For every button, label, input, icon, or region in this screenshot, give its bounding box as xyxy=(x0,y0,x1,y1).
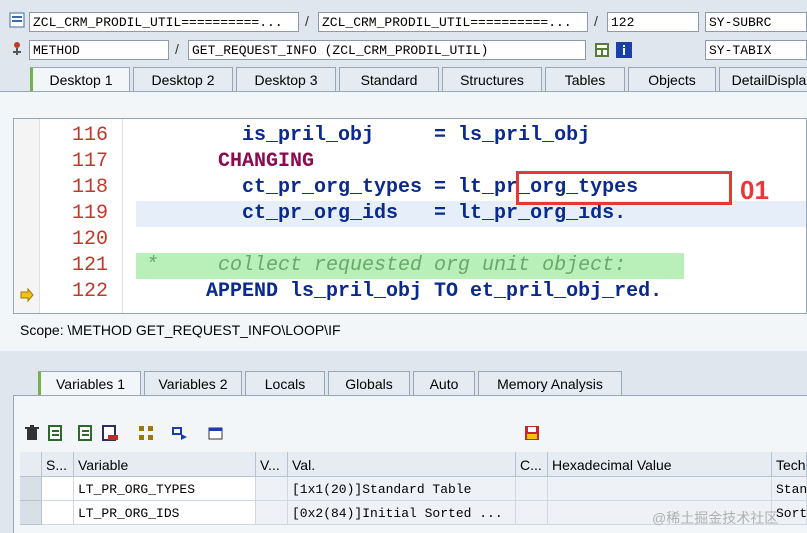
col-header-c[interactable]: C... xyxy=(516,452,548,477)
status-cell xyxy=(42,477,74,501)
program-icon xyxy=(9,12,25,28)
v-cell xyxy=(256,501,288,525)
program-field[interactable]: ZCL_CRM_PRODIL_UTIL==========... xyxy=(29,12,299,32)
line-number-field[interactable]: 122 xyxy=(607,12,699,32)
col-header-hex[interactable]: Hexadecimal Value xyxy=(548,452,772,477)
transfer-icon[interactable] xyxy=(172,425,188,441)
code-comment-line: * collect requested org unit object: xyxy=(146,254,627,277)
tab-tables[interactable]: Tables xyxy=(545,67,625,91)
tab-objects[interactable]: Objects xyxy=(628,67,716,91)
event-type-field[interactable]: METHOD xyxy=(29,40,169,60)
event-name-field[interactable]: GET_REQUEST_INFO (ZCL_CRM_PRODIL_UTIL) xyxy=(188,40,586,60)
annotation-box xyxy=(516,171,732,205)
variable-cell[interactable]: LT_PR_ORG_IDS xyxy=(74,501,256,525)
separator: / xyxy=(175,41,179,57)
code-line: APPEND ls_pril_obj TO et_pril_obj_red. xyxy=(146,280,663,303)
line-separator xyxy=(122,119,123,313)
tech-cell: Stand xyxy=(772,477,807,501)
value-cell[interactable]: [0x2(84)]Initial Sorted ... xyxy=(288,501,516,525)
line-number: … xyxy=(52,305,108,313)
tab-structures[interactable]: Structures xyxy=(442,67,542,91)
window-icon[interactable] xyxy=(208,425,224,441)
scope-text: Scope: \METHOD GET_REQUEST_INFO\LOOP\IF xyxy=(20,322,341,338)
line-number: 116 xyxy=(71,124,108,147)
table-corner xyxy=(20,452,42,477)
hierarchy-icon[interactable] xyxy=(138,425,154,441)
tab-detaildisplay[interactable]: DetailDispla xyxy=(719,67,807,91)
variable-cell[interactable]: LT_PR_ORG_TYPES xyxy=(74,477,256,501)
col-header-status[interactable]: S... xyxy=(42,452,74,477)
tab-globals[interactable]: Globals xyxy=(328,371,410,395)
tab-desktop-2[interactable]: Desktop 2 xyxy=(133,67,233,91)
line-number: 122 xyxy=(71,280,108,303)
tab-variables-2[interactable]: Variables 2 xyxy=(144,371,242,395)
status-cell xyxy=(42,501,74,525)
separator: / xyxy=(594,13,598,29)
col-header-v[interactable]: V... xyxy=(256,452,288,477)
sysfield-2[interactable]: SY-TABIX xyxy=(705,40,807,60)
method-icon xyxy=(9,40,25,56)
tab-locals[interactable]: Locals xyxy=(245,371,325,395)
code-editor[interactable]: 116 117 118 119 120 121 122 … is_pril_ob… xyxy=(13,118,807,314)
tab-standard[interactable]: Standard xyxy=(339,67,439,91)
col-header-value[interactable]: Val. xyxy=(288,452,516,477)
table-red-icon[interactable] xyxy=(102,425,118,441)
line-number: 119 xyxy=(71,202,108,225)
c-cell xyxy=(516,501,548,525)
hex-cell xyxy=(548,477,772,501)
line-number: 120 xyxy=(71,228,108,251)
tab-desktop-1[interactable]: Desktop 1 xyxy=(30,67,130,91)
display-object-icon[interactable] xyxy=(594,42,610,58)
code-line: CHANGING xyxy=(146,150,315,173)
col-header-tech[interactable]: Tech xyxy=(772,452,807,477)
structure-icon[interactable] xyxy=(78,425,94,441)
v-cell xyxy=(256,477,288,501)
code-line: is_pril_obj = ls_pril_obj xyxy=(146,124,591,147)
row-selector[interactable] xyxy=(20,477,42,501)
include-field[interactable]: ZCL_CRM_PRODIL_UTIL==========... xyxy=(318,12,588,32)
line-number: 117 xyxy=(71,150,108,173)
tab-variables-1[interactable]: Variables 1 xyxy=(38,371,141,395)
separator: / xyxy=(305,13,309,29)
value-cell[interactable]: [1x1(20)]Standard Table xyxy=(288,477,516,501)
annotation-label: 01 xyxy=(740,175,769,205)
sysfield-1[interactable]: SY-SUBRC xyxy=(705,12,807,32)
tab-desktop-3[interactable]: Desktop 3 xyxy=(236,67,336,91)
save-icon[interactable] xyxy=(524,425,540,441)
c-cell xyxy=(516,477,548,501)
line-number: 118 xyxy=(71,176,108,199)
col-header-variable[interactable]: Variable xyxy=(74,452,256,477)
row-selector[interactable] xyxy=(20,501,42,525)
open-structure-icon[interactable] xyxy=(48,425,64,441)
watermark: @稀土掘金技术社区 xyxy=(652,510,779,526)
current-line-arrow-icon xyxy=(19,287,35,303)
tab-auto[interactable]: Auto xyxy=(413,371,475,395)
info-icon[interactable] xyxy=(616,42,632,58)
delete-icon[interactable] xyxy=(24,425,40,441)
editor-gutter xyxy=(14,119,40,313)
tab-memory-analysis[interactable]: Memory Analysis xyxy=(478,371,622,395)
line-number: 121 xyxy=(71,254,108,277)
